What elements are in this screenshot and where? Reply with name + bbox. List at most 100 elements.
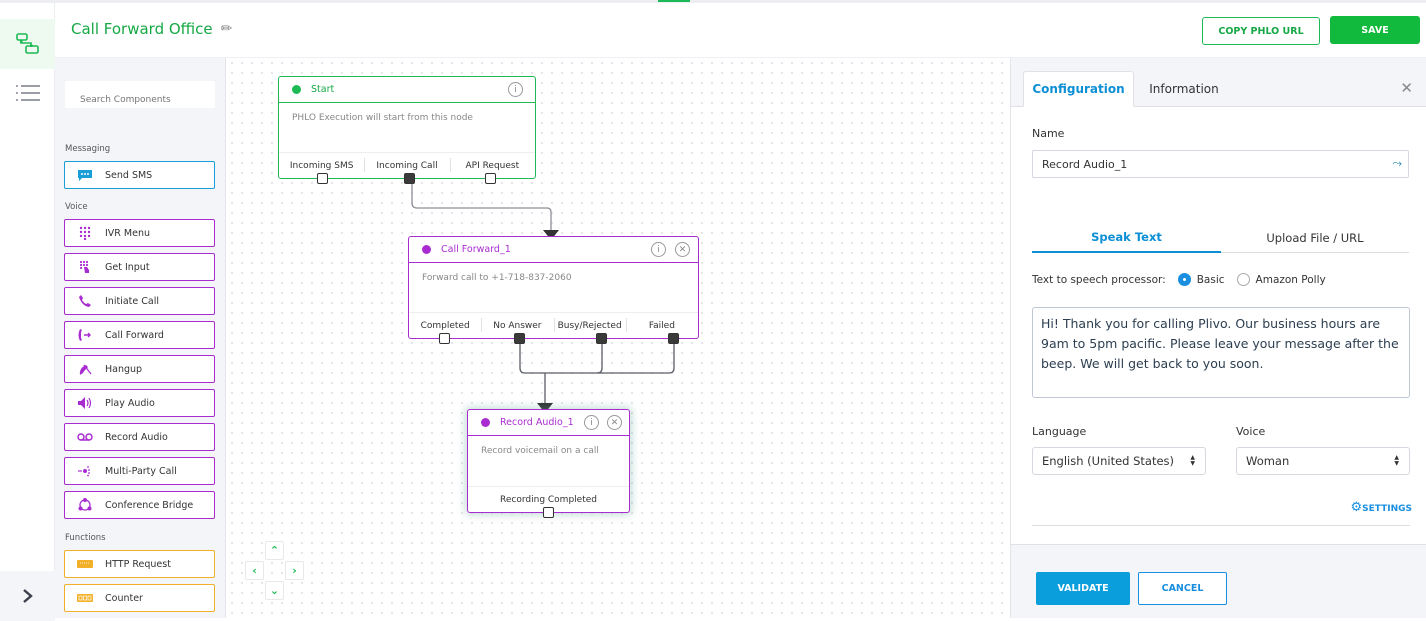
node-record-audio[interactable]: Record Audio_1 i ✕ Record voicemail on a… — [467, 409, 630, 518]
component-play-audio[interactable]: Play Audio — [64, 389, 215, 417]
rename-icon[interactable]: ⤳ — [1392, 156, 1402, 171]
status-dot — [292, 85, 301, 94]
component-label: Send SMS — [105, 169, 153, 181]
panel-body: Name Record Audio_1 ⤳ Speak Text Upload … — [1011, 107, 1426, 545]
port-label: Failed — [648, 320, 675, 331]
status-dot — [422, 245, 431, 254]
radio-amazon-polly-label: Amazon Polly — [1255, 273, 1326, 286]
component-label: Get Input — [105, 261, 150, 273]
component-initiate-call[interactable]: Initiate Call — [64, 287, 215, 315]
node-ports: Completed No Answer Busy/Rejected Failed — [409, 312, 698, 344]
flow-canvas[interactable]: Start i PHLO Execution will start from t… — [227, 58, 1010, 618]
call-forward-icon — [65, 328, 105, 342]
list-icon — [15, 85, 40, 101]
node-start[interactable]: Start i PHLO Execution will start from t… — [278, 76, 536, 184]
rail-list-button[interactable] — [0, 75, 55, 111]
node-ports: Incoming SMS Incoming Call API Request — [279, 152, 535, 184]
port-busy-rejected: Busy/Rejected — [553, 313, 626, 344]
info-icon[interactable]: i — [651, 242, 666, 257]
settings-label: SETTINGS — [1362, 504, 1412, 514]
port-label: Incoming SMS — [289, 160, 354, 171]
http-icon — [65, 560, 105, 568]
rail-flow-button[interactable] — [0, 19, 55, 69]
port-handle[interactable] — [439, 333, 450, 344]
component-counter[interactable]: Counter — [64, 584, 215, 612]
edit-pencil-icon[interactable]: ✏ — [221, 21, 233, 37]
pan-down-button[interactable]: ⌄ — [265, 581, 284, 600]
component-call-forward[interactable]: Call Forward — [64, 321, 215, 349]
info-icon[interactable]: i — [584, 415, 599, 430]
port-handle[interactable] — [543, 507, 554, 518]
pan-left-button[interactable]: ‹ — [245, 561, 264, 580]
gear-icon: ⚙ — [1350, 500, 1363, 515]
search-components-input[interactable] — [65, 81, 215, 108]
name-input[interactable]: Record Audio_1 ⤳ — [1032, 150, 1409, 178]
port-recording-completed: Recording Completed — [468, 487, 629, 518]
chevron-left-icon: ‹ — [252, 564, 257, 577]
component-label: Multi-Party Call — [105, 465, 177, 477]
close-circle-icon[interactable]: ✕ — [675, 242, 690, 257]
node-description: PHLO Execution will start from this node — [292, 113, 473, 123]
tab-information[interactable]: Information — [1139, 71, 1229, 107]
pan-up-button[interactable]: ⌃ — [265, 541, 284, 560]
radio-basic[interactable] — [1177, 273, 1191, 286]
component-get-input[interactable]: Get Input — [64, 253, 215, 281]
component-hangup[interactable]: Hangup — [64, 355, 215, 383]
connector-failed — [597, 343, 675, 374]
node-header: Start i — [279, 77, 535, 103]
component-palette: Messaging Send SMS Voice IVR Menu Get In… — [55, 58, 226, 618]
expand-sidebar-button[interactable] — [0, 571, 55, 621]
component-multi-party-call[interactable]: Multi-Party Call — [64, 457, 215, 485]
phone-icon — [65, 294, 105, 308]
port-handle[interactable] — [317, 173, 328, 184]
component-http-request[interactable]: HTTP Request — [64, 550, 215, 578]
chevron-up-icon: ⌃ — [269, 544, 280, 557]
subtab-speak-text[interactable]: Speak Text — [1032, 223, 1221, 253]
chevron-right-icon: › — [292, 564, 297, 577]
component-label: Hangup — [105, 363, 143, 375]
node-call-forward[interactable]: Call Forward_1 i ✕ Forward call to +1-71… — [408, 236, 699, 344]
port-handle[interactable] — [595, 333, 607, 344]
close-circle-icon[interactable]: ✕ — [607, 415, 622, 430]
node-title: Call Forward_1 — [441, 244, 511, 255]
component-conference-bridge[interactable]: Conference Bridge — [64, 491, 215, 519]
speaker-icon — [65, 396, 105, 410]
component-record-audio[interactable]: Record Audio — [64, 423, 215, 451]
phlo-title-text: Call Forward Office — [71, 20, 213, 38]
tab-configuration[interactable]: Configuration — [1023, 71, 1134, 107]
close-panel-icon[interactable]: ✕ — [1400, 79, 1413, 97]
connector-incoming-call — [411, 184, 552, 230]
language-select[interactable]: English (United States) ▲ ▼ — [1032, 447, 1206, 475]
radio-amazon-polly[interactable] — [1236, 273, 1250, 286]
status-dot — [481, 418, 490, 427]
port-handle[interactable] — [667, 333, 679, 344]
component-ivr-menu[interactable]: IVR Menu — [64, 219, 215, 247]
validate-button[interactable]: VALIDATE — [1036, 572, 1130, 605]
copy-phlo-url-button[interactable]: COPY PHLO URL — [1202, 17, 1320, 45]
node-description: Forward call to +1-718-837-2060 — [422, 273, 572, 283]
save-button[interactable]: SAVE — [1330, 16, 1420, 44]
section-label-voice: Voice — [65, 202, 88, 212]
voice-select[interactable]: Woman ▲ ▼ — [1236, 447, 1410, 475]
component-send-sms[interactable]: Send SMS — [64, 161, 215, 189]
pan-right-button[interactable]: › — [285, 561, 304, 580]
settings-link[interactable]: ⚙SETTINGS — [1350, 500, 1412, 515]
header: Call Forward Office ✏ COPY PHLO URL SAVE — [55, 3, 1426, 58]
hangup-icon — [65, 362, 105, 376]
port-handle[interactable] — [484, 173, 496, 184]
info-icon[interactable]: i — [508, 82, 523, 97]
node-title: Start — [311, 84, 335, 95]
tts-processor-row: Text to speech processor: Basic Amazon P… — [1032, 273, 1326, 286]
node-title: Record Audio_1 — [500, 417, 574, 428]
language-label: Language — [1032, 425, 1087, 438]
port-handle[interactable] — [404, 173, 416, 184]
name-label: Name — [1032, 127, 1065, 140]
language-value: English (United States) — [1042, 454, 1175, 468]
chevron-down-icon: ⌄ — [269, 584, 280, 597]
port-label: API Request — [465, 160, 520, 171]
speak-text-textarea[interactable]: Hi! Thank you for calling Plivo. Our bus… — [1032, 307, 1410, 398]
port-handle[interactable] — [514, 333, 526, 344]
subtab-upload-file[interactable]: Upload File / URL — [1221, 223, 1409, 253]
cancel-button[interactable]: CANCEL — [1138, 572, 1227, 605]
voicemail-icon — [65, 432, 105, 442]
